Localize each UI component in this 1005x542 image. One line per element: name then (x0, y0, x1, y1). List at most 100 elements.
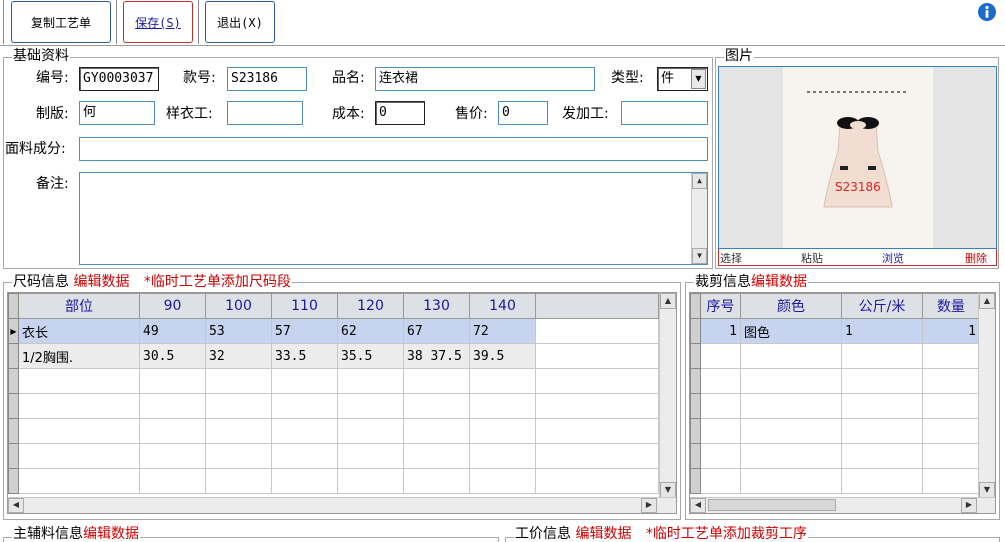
size-cell[interactable]: 35.5 (337, 343, 404, 369)
exit-button[interactable]: 退出(X) (205, 1, 275, 43)
scroll-up-icon[interactable]: ▲ (979, 293, 995, 309)
size-col-header[interactable]: 140 (469, 293, 536, 319)
size-col-header[interactable]: 部位 (18, 293, 140, 319)
size-row[interactable]: ▶ 衣长 49 53 57 62 67 72 (8, 318, 659, 344)
empty-row (690, 343, 980, 369)
size-cell[interactable]: 57 (271, 318, 338, 344)
cut-cell[interactable]: 1 (841, 318, 923, 344)
product-photo: S23186 (783, 67, 933, 248)
cut-grid[interactable]: 序号 颜色 公斤/米 数量 1 图色 1 1 ▲ ▼ ◀ ▶ (689, 292, 996, 514)
size-cell[interactable]: 62 (337, 318, 404, 344)
scroll-down-icon[interactable]: ▼ (979, 482, 995, 498)
save-button[interactable]: 保存(S) (123, 1, 193, 43)
size-cell[interactable]: 39.5 (469, 343, 536, 369)
fabric-composition-field[interactable] (79, 137, 708, 161)
size-col-header[interactable]: 100 (205, 293, 272, 319)
price-field[interactable]: 0 (498, 101, 548, 125)
size-col-header[interactable]: 110 (271, 293, 338, 319)
size-col-header[interactable]: 130 (403, 293, 470, 319)
chevron-down-icon[interactable]: ▼ (691, 69, 706, 89)
pattern-field[interactable]: 何 (79, 101, 155, 125)
product-name-field[interactable]: 连衣裙 (375, 67, 595, 91)
cut-grid-vscrollbar[interactable]: ▲ ▼ (978, 293, 995, 498)
size-cell[interactable]: 33.5 (271, 343, 338, 369)
copy-process-sheet-button[interactable]: 复制工艺单 (11, 1, 111, 43)
size-header-row: 部位 90 100 110 120 130 140 (8, 293, 659, 319)
size-cell[interactable]: 38 37.5 (403, 343, 470, 369)
remark-scrollbar[interactable]: ▲ ▼ (691, 173, 707, 264)
paste-image-button[interactable]: 粘贴 (801, 250, 823, 266)
size-edit-data-link[interactable]: 编辑数据 (73, 274, 129, 290)
size-cell[interactable]: 53 (205, 318, 272, 344)
product-image[interactable]: S23186 (718, 66, 997, 249)
scroll-down-icon[interactable]: ▼ (692, 248, 707, 264)
wage-edit-data-link[interactable]: 编辑数据 (575, 526, 631, 542)
size-cell[interactable]: 67 (403, 318, 470, 344)
brand-logo (807, 91, 909, 93)
pattern-label: 制版: (36, 106, 69, 122)
cost-field[interactable]: 0 (375, 101, 425, 125)
scroll-down-icon[interactable]: ▼ (660, 482, 676, 498)
scroll-up-icon[interactable]: ▲ (692, 173, 707, 189)
scroll-right-icon[interactable]: ▶ (641, 498, 657, 513)
cut-col-header[interactable]: 数量 (922, 293, 980, 319)
size-cell[interactable]: 30.5 (139, 343, 206, 369)
cut-col-header[interactable]: 序号 (700, 293, 741, 319)
add-size-range-link[interactable]: *临时工艺单添加尺码段 (144, 274, 291, 290)
material-info-legend: 主辅料信息编辑数据 (12, 526, 140, 542)
scroll-thumb[interactable] (708, 499, 836, 511)
processing-worker-field[interactable] (621, 101, 708, 125)
size-cell-empty (535, 343, 659, 369)
size-cell[interactable]: 49 (139, 318, 206, 344)
size-grid-hscrollbar[interactable]: ◀ ▶ (8, 497, 676, 513)
add-cut-process-link[interactable]: *临时工艺单添加裁剪工序 (646, 526, 807, 542)
cut-cell[interactable]: 图色 (740, 318, 842, 344)
select-image-button[interactable]: 选择 (720, 250, 742, 266)
empty-row (8, 443, 659, 469)
scroll-left-icon[interactable]: ◀ (690, 498, 706, 513)
size-row[interactable]: 1/2胸围. 30.5 32 33.5 35.5 38 37.5 39.5 (8, 343, 659, 369)
row-pointer-icon: ▶ (8, 318, 19, 344)
style-number-field[interactable]: S23186 (227, 67, 307, 91)
cut-edit-data-link[interactable]: 编辑数据 (751, 274, 807, 290)
scroll-left-icon[interactable]: ◀ (8, 498, 24, 513)
size-col-header[interactable]: 90 (139, 293, 206, 319)
type-label: 类型: (611, 70, 644, 86)
size-table: 部位 90 100 110 120 130 140 ▶ 衣长 49 53 57 … (8, 293, 659, 494)
size-col-header-empty (535, 293, 659, 319)
size-cell[interactable]: 32 (205, 343, 272, 369)
material-edit-data-link[interactable]: 编辑数据 (83, 526, 139, 542)
size-cell[interactable]: 72 (469, 318, 536, 344)
code-label: 编号: (36, 70, 69, 86)
sample-worker-label: 样衣工: (166, 106, 213, 122)
scroll-right-icon[interactable]: ▶ (961, 498, 977, 513)
exit-button-label: 退出(X) (217, 15, 263, 30)
empty-row (8, 418, 659, 444)
picture-actions-bar (718, 249, 997, 266)
delete-image-button[interactable]: 删除 (965, 250, 987, 266)
code-field[interactable]: GY0003037 (79, 67, 159, 91)
toolbar-separator (198, 0, 199, 44)
size-cell[interactable]: 衣长 (18, 318, 140, 344)
remark-textarea[interactable]: ▲ ▼ (79, 172, 708, 265)
size-col-header[interactable]: 120 (337, 293, 404, 319)
cut-cell[interactable]: 1 (700, 318, 741, 344)
browse-image-button[interactable]: 浏览 (882, 250, 904, 266)
size-cell[interactable]: 1/2胸围. (18, 343, 140, 369)
cut-col-header[interactable]: 公斤/米 (841, 293, 923, 319)
size-info-legend: 尺码信息 编辑数据 *临时工艺单添加尺码段 (12, 274, 292, 290)
cut-grid-hscrollbar[interactable]: ◀ ▶ (690, 497, 995, 513)
size-grid[interactable]: 部位 90 100 110 120 130 140 ▶ 衣长 49 53 57 … (7, 292, 677, 514)
cut-row[interactable]: 1 图色 1 1 (690, 318, 980, 344)
size-grid-vscrollbar[interactable]: ▲ ▼ (659, 293, 676, 498)
row-header-corner (690, 293, 701, 319)
cut-header-row: 序号 颜色 公斤/米 数量 (690, 293, 980, 319)
cut-cell[interactable]: 1 (922, 318, 980, 344)
scroll-up-icon[interactable]: ▲ (660, 293, 676, 309)
toolbar-bottom-line (0, 45, 1005, 46)
cut-col-header[interactable]: 颜色 (740, 293, 842, 319)
wage-info-title: 工价信息 (515, 526, 571, 542)
info-icon[interactable] (977, 2, 997, 22)
type-select[interactable]: 件 ▼ (657, 67, 708, 91)
sample-worker-field[interactable] (227, 101, 303, 125)
